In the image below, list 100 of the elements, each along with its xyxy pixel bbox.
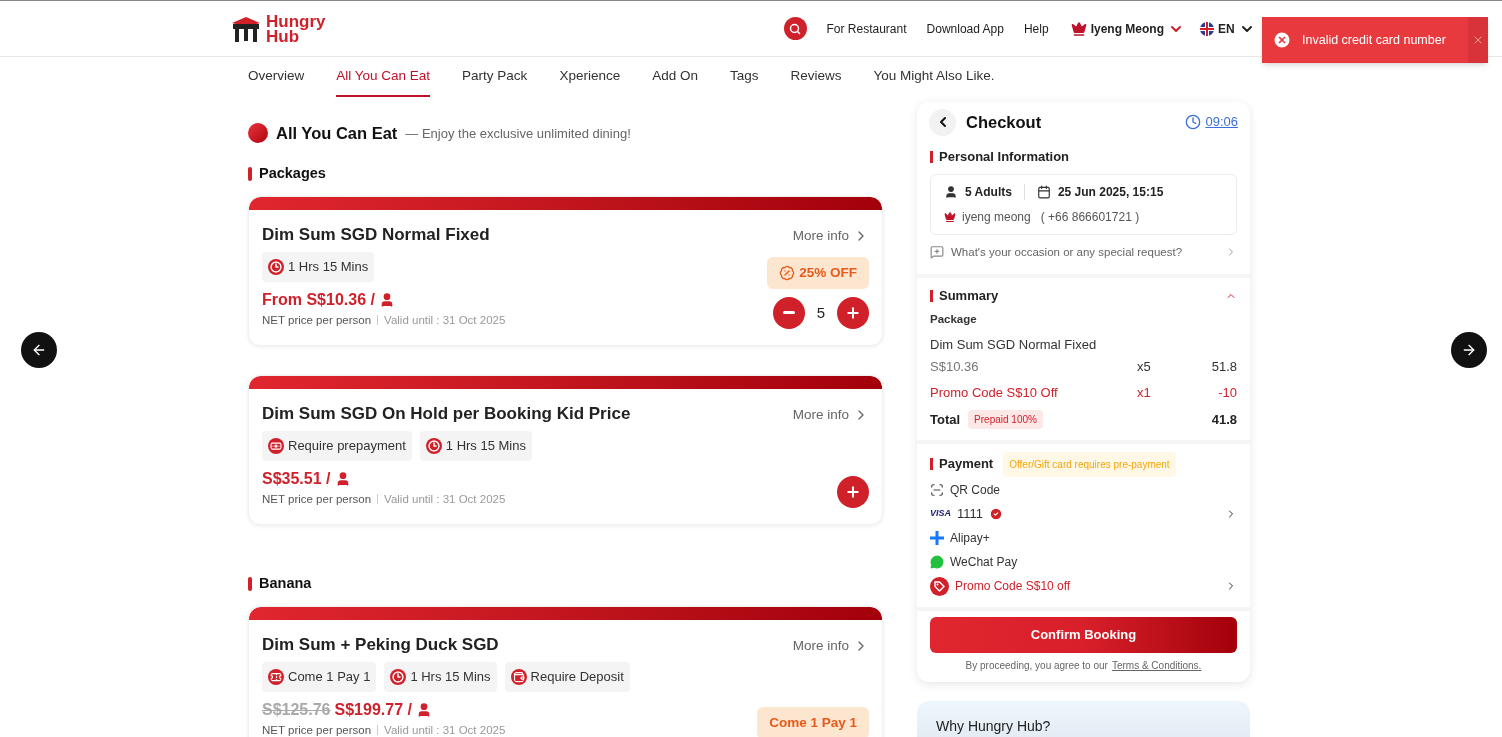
summary-item-amount: 51.8 xyxy=(1210,358,1237,376)
more-info-link[interactable]: More info xyxy=(792,404,869,425)
payment-method[interactable]: WeChat Pay xyxy=(930,553,1237,571)
prepaid-badge: Prepaid 100% xyxy=(968,410,1043,430)
crown-icon xyxy=(944,210,956,223)
previous-button[interactable] xyxy=(21,332,57,368)
terms-text: By proceeding, you agree to our xyxy=(965,658,1108,673)
why-title: Why Hungry Hub? xyxy=(936,717,1051,734)
package-tag: 1 Hrs 15 Mins xyxy=(419,431,532,461)
back-button[interactable] xyxy=(929,108,956,136)
terms-link[interactable]: Terms & Conditions. xyxy=(1111,657,1202,673)
section-title: All You Can Eat xyxy=(276,123,398,144)
minus-icon xyxy=(782,311,795,315)
message-plus-icon xyxy=(930,245,944,260)
crown-icon xyxy=(1070,20,1087,37)
section-tab[interactable]: Reviews xyxy=(790,65,842,97)
payment-note: Offer/Gift card requires pre-payment xyxy=(1003,451,1176,477)
wallet-icon xyxy=(510,669,527,685)
package-price: From S$10.36 / xyxy=(262,289,375,310)
next-button[interactable] xyxy=(1451,332,1487,368)
flag-icon xyxy=(1199,21,1214,36)
summary-label: Package xyxy=(930,312,978,328)
section-tab[interactable]: Overview xyxy=(248,65,305,97)
package-price: S$199.77 / xyxy=(334,699,412,720)
alipay-icon xyxy=(930,531,944,545)
price-note: NET price per person xyxy=(262,312,372,328)
section-tab[interactable]: Tags xyxy=(729,65,759,97)
package-tag: Require prepayment xyxy=(262,431,412,461)
arrow-right-icon xyxy=(1461,342,1477,358)
payment-method[interactable]: Promo Code S$10 off xyxy=(930,577,1237,595)
more-info-link[interactable]: More info xyxy=(792,225,869,246)
countdown-timer: 09:06 xyxy=(1205,113,1238,132)
clock-icon xyxy=(425,438,442,454)
summary-item-price: S$10.36 xyxy=(930,358,980,376)
card-brand: VISA xyxy=(930,507,951,521)
summary-item-amount: -10 xyxy=(1217,383,1237,402)
booking-date: 25 Jun 2025, 15:15 xyxy=(1057,183,1164,201)
total-label: Total xyxy=(930,411,961,429)
increase-button[interactable] xyxy=(837,296,869,329)
guest-phone: ( +66 866601721 ) xyxy=(1040,208,1140,226)
add-button[interactable] xyxy=(837,476,869,508)
section-tab[interactable]: You Might Also Like. xyxy=(873,65,995,97)
nav-link[interactable]: Download App xyxy=(926,19,1004,38)
plus-icon xyxy=(845,484,861,500)
clock-icon xyxy=(390,669,407,685)
logo-text: Hungry xyxy=(266,13,326,29)
clock-icon xyxy=(1185,114,1202,130)
error-icon xyxy=(1272,30,1292,50)
user-menu[interactable]: Iyeng Meong xyxy=(1070,19,1184,38)
payment-method[interactable]: QR Code xyxy=(930,481,1237,499)
nav-link[interactable]: Help xyxy=(1023,19,1049,38)
package-name: Dim Sum SGD Normal Fixed xyxy=(262,223,491,246)
payment-method[interactable]: VISA 1111 xyxy=(930,505,1237,523)
close-icon xyxy=(1472,34,1484,46)
calendar-icon xyxy=(1036,184,1051,199)
section-tab[interactable]: Xperience xyxy=(559,65,621,97)
percent-badge-icon xyxy=(779,264,796,281)
section-heading: Personal Information xyxy=(939,148,1070,166)
package-name: Dim Sum SGD On Hold per Booking Kid Price xyxy=(262,402,631,425)
more-info-link[interactable]: More info xyxy=(792,635,869,656)
guest-name: iyeng meong xyxy=(962,208,1031,226)
decrease-button[interactable] xyxy=(772,296,805,329)
special-request-row[interactable]: What's your occasion or any special request? xyxy=(930,243,1237,261)
ticket-icon xyxy=(268,669,284,685)
package-tag: 1 Hrs 15 Mins xyxy=(262,252,375,282)
plus-icon xyxy=(845,304,861,321)
package-name: Dim Sum + Peking Duck SGD xyxy=(262,633,500,656)
section-heading: Summary xyxy=(939,286,1000,305)
quantity-value: 5 xyxy=(816,302,825,323)
logo-text: Hub xyxy=(266,28,300,44)
summary-item-name: Promo Code S$10 Off xyxy=(930,383,1059,402)
section-heading: Payment xyxy=(939,455,994,474)
section-tab[interactable]: Add On xyxy=(652,65,698,97)
price-note: NET price per person xyxy=(262,491,372,507)
confirm-booking-button[interactable]: Confirm Booking xyxy=(930,616,1237,653)
discount-badge: 25% OFF xyxy=(767,256,869,289)
person-icon xyxy=(944,184,958,199)
language-menu[interactable]: EN xyxy=(1199,19,1255,38)
table-logo-icon xyxy=(230,14,262,43)
section-tab[interactable]: All You Can Eat xyxy=(336,65,431,97)
valid-until: Valid until : 31 Oct 2025 xyxy=(384,312,506,328)
package-tag: 1 Hrs 15 Mins xyxy=(384,662,497,692)
group-title: Packages xyxy=(259,163,326,183)
chat-bubble-icon xyxy=(930,555,944,569)
package-price: S$35.51 / xyxy=(262,468,331,489)
deal-badge: Come 1 Pay 1 xyxy=(757,706,869,737)
group-title: Banana xyxy=(259,574,312,593)
search-icon xyxy=(789,22,801,35)
search-button[interactable] xyxy=(783,17,807,40)
valid-until: Valid until : 31 Oct 2025 xyxy=(384,722,506,737)
payment-method[interactable]: Alipay+ xyxy=(930,529,1237,547)
clock-icon xyxy=(268,258,284,275)
toast-message: Invalid credit card number xyxy=(1302,31,1447,49)
tag-icon xyxy=(930,576,949,596)
qr-code-icon xyxy=(930,483,944,497)
section-subtitle: — Enjoy the exclusive unlimited dining! xyxy=(405,124,631,143)
summary-item-qty: x5 xyxy=(1137,358,1152,376)
section-tab[interactable]: Party Pack xyxy=(462,65,528,97)
valid-until: Valid until : 31 Oct 2025 xyxy=(384,491,506,507)
nav-link[interactable]: For Restaurant xyxy=(826,19,907,38)
